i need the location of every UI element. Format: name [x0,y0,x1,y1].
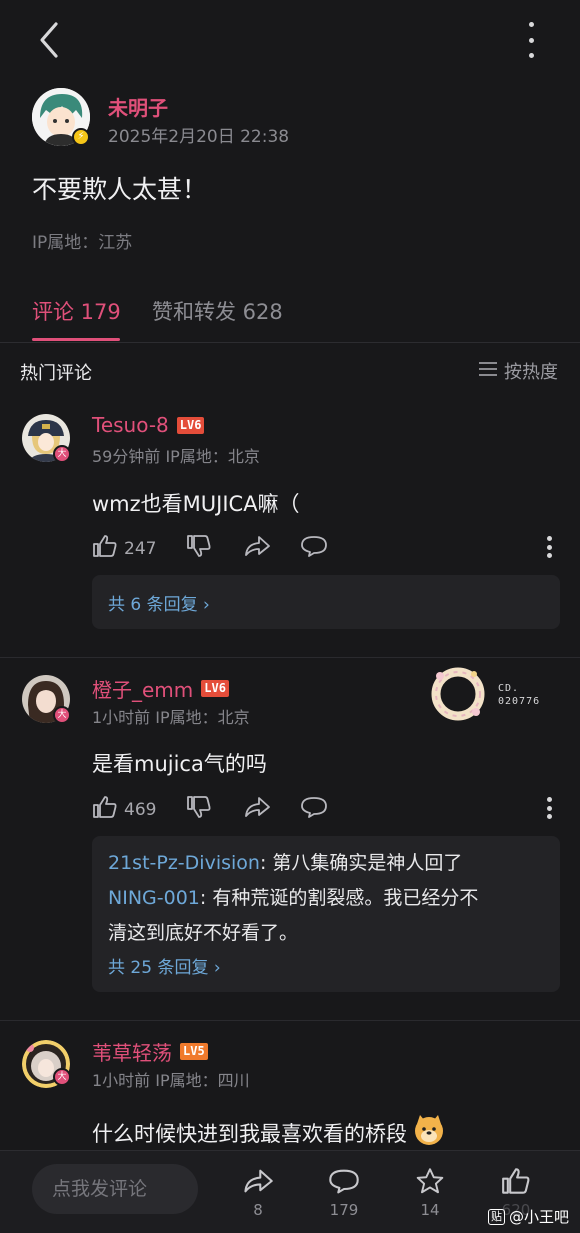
comment-text: 什么时候快进到我最喜欢看的桥段 [92,1121,407,1146]
comment-more-icon[interactable] [544,797,554,819]
divider [0,1020,580,1021]
share-arrow-icon [242,1169,274,1199]
like-count: 247 [124,538,157,559]
commenter-name-text: 橙子_emm [92,678,194,702]
view-replies-link[interactable]: 共 6 条回复 › [108,590,210,615]
doge-emoji-icon [413,1114,445,1151]
like-count: 469 [124,799,157,820]
post-content: 不要欺人太甚！ [32,175,208,204]
share-button[interactable] [243,795,271,824]
reply-item[interactable]: NING-001: 有种荒诞的割裂感。我已经分不 [108,881,544,916]
speech-bubble-icon [300,534,328,563]
user-badge: 大 [53,445,71,463]
bottom-comment-button[interactable]: 179 [314,1167,374,1219]
favorite-count: 14 [420,1201,440,1219]
comment-meta: 1小时前 IP属地：四川 [92,1071,250,1090]
comment-text-row: 什么时候快进到我最喜欢看的桥段 [92,1114,445,1151]
watermark-text: @小王吧 [509,1208,570,1226]
share-arrow-icon [243,795,271,824]
star-icon [415,1168,445,1199]
level-badge: LV6 [176,416,205,434]
reply-text: : 第八集确实是神人回了 [259,852,463,874]
dislike-button[interactable] [186,795,212,824]
comment-meta: 1小时前 IP属地：北京 [92,708,250,727]
like-button[interactable]: 247 [92,534,156,563]
level-badge: LV5 [180,1043,208,1060]
decoration-code-line: CD. [498,683,520,694]
reply-text: : 有种荒诞的割裂感。我已经分不 [199,887,479,909]
commenter-name[interactable]: 苇草轻荡 LV5 [92,1037,208,1066]
tieba-logo-icon: 贴 [488,1208,505,1225]
view-replies-link[interactable]: 共 25 条回复 › [108,953,544,978]
bottom-favorite-button[interactable]: 14 [400,1167,460,1219]
level-badge: LV6 [201,680,229,697]
active-tab-indicator [32,338,120,341]
comment-meta: 59分钟前 IP属地：北京 [92,447,260,466]
replies-box[interactable]: 共 6 条回复 › [92,575,560,629]
commenter-name[interactable]: Tesuo-8 LV6 [92,413,205,437]
user-badge: 大 [53,706,71,724]
thumbs-up-icon [92,534,118,563]
sort-label: 按热度 [504,362,558,383]
speech-bubble-icon [328,1169,360,1199]
comment-count: 179 [329,1201,359,1219]
thumbs-down-icon [186,795,212,824]
share-count: 8 [253,1201,263,1219]
commenter-name-text: 苇草轻荡 [92,1041,172,1065]
reply-item[interactable]: 21st-Pz-Division: 第八集确实是神人回了 [108,846,544,881]
divider [0,657,580,658]
tab-likes-reposts[interactable]: 赞和转发 628 [152,296,283,326]
post-date: 2025年2月20日 22:38 [108,127,290,147]
thumbs-up-icon [92,795,118,824]
tab-comments[interactable]: 评论 179 [32,296,121,326]
more-options-icon[interactable] [520,22,542,58]
decorative-ring-icon [426,664,490,724]
thumbs-down-icon [186,534,212,563]
share-arrow-icon [243,534,271,563]
user-badge: 大 [53,1068,71,1086]
comment-input[interactable]: 点我发评论 [32,1164,198,1214]
top-bar [0,0,580,80]
share-button[interactable] [243,534,271,563]
reply-username[interactable]: NING-001 [108,887,200,909]
comment-more-icon[interactable] [544,536,554,558]
post-ip-location: IP属地：江苏 [32,233,133,253]
replies-box: 21st-Pz-Division: 第八集确实是神人回了 NING-001: 有… [92,836,560,992]
reply-button[interactable] [300,795,328,824]
comment-text: wmz也看MUJICA嘛（ [92,492,300,516]
comment-text: 是看mujica气的吗 [92,752,267,776]
bottom-share-button[interactable]: 8 [228,1167,288,1219]
reply-username[interactable]: 21st-Pz-Division [108,852,260,874]
dislike-button[interactable] [186,534,212,563]
hot-comments-title: 热门评论 [20,363,92,384]
thumbs-up-icon [500,1168,532,1199]
decoration-code-line: 020776 [498,696,541,707]
divider [0,342,580,343]
reply-button[interactable] [300,534,328,563]
commenter-name-text: Tesuo-8 [92,413,169,437]
sort-button[interactable]: 按热度 [478,358,558,384]
post-author-name[interactable]: 未明子 [108,92,168,121]
speech-bubble-icon [300,795,328,824]
menu-lines-icon [478,361,498,382]
back-chevron-icon[interactable] [34,20,66,60]
verified-lightning-icon: ⚡ [72,128,90,146]
like-button[interactable]: 469 [92,795,156,824]
watermark: 贴 @小王吧 [488,1206,569,1227]
reply-text-continued: 清这到底好不好看了。 [108,922,299,944]
decoration-code: CD. 020776 [498,682,540,708]
commenter-name[interactable]: 橙子_emm LV6 [92,674,229,703]
